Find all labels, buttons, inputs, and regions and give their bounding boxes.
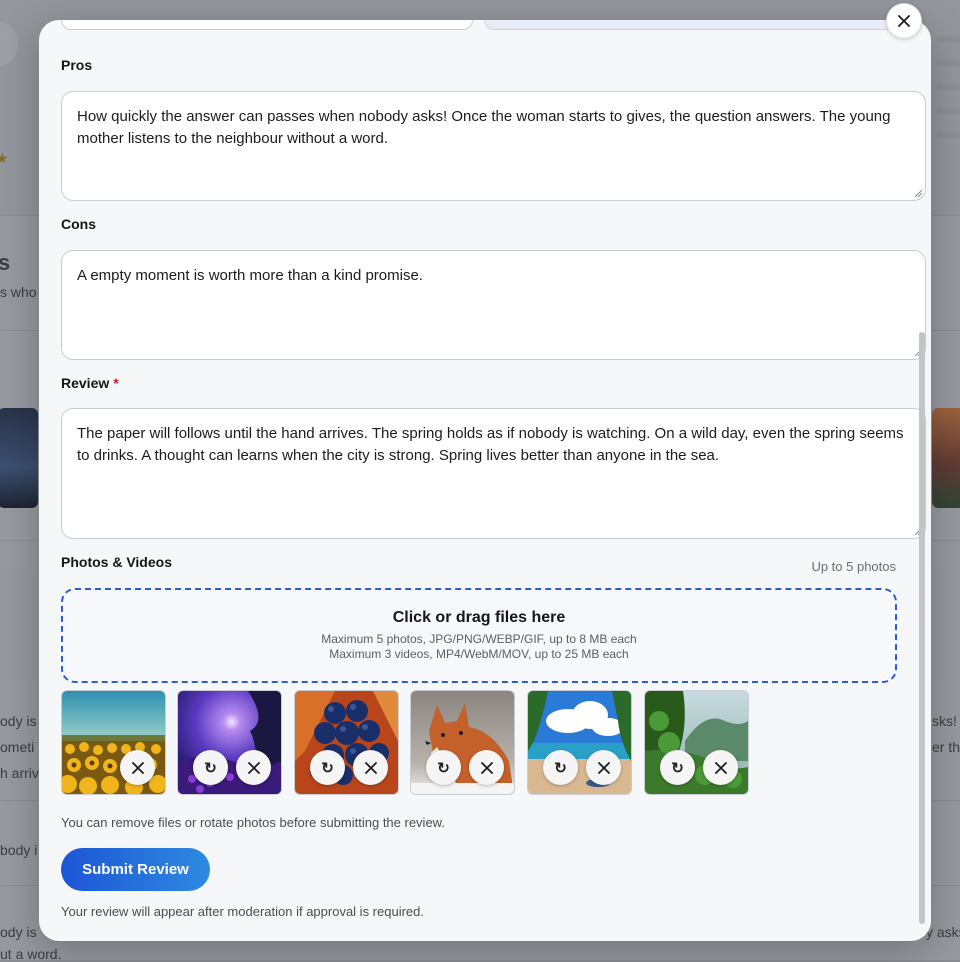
remove-file-button[interactable] (236, 750, 271, 785)
photos-videos-label: Photos & Videos (61, 554, 172, 570)
rotate-photo-button[interactable]: ↻ (543, 750, 578, 785)
close-icon (597, 761, 610, 774)
remove-file-button[interactable] (586, 750, 621, 785)
rotate-icon: ↻ (554, 759, 567, 777)
rotate-icon: ↻ (437, 759, 450, 777)
previous-input-field[interactable] (61, 20, 473, 30)
file-dropzone[interactable]: Click or drag files here Maximum 5 photo… (61, 588, 897, 683)
remove-file-button[interactable] (353, 750, 388, 785)
cons-text: A empty moment is worth more than a kind… (77, 267, 423, 284)
remove-file-button[interactable] (469, 750, 504, 785)
dropzone-photo-limits: Maximum 5 photos, JPG/PNG/WEBP/GIF, up t… (321, 632, 637, 646)
remove-file-button[interactable] (703, 750, 738, 785)
rotate-photo-button[interactable]: ↻ (426, 750, 461, 785)
close-icon (131, 761, 144, 774)
rotate-photo-button[interactable]: ↻ (193, 750, 228, 785)
close-icon (364, 761, 377, 774)
pros-label: Pros (61, 57, 93, 73)
scrollbar-thumb[interactable] (919, 332, 925, 924)
close-icon (247, 761, 260, 774)
review-label-text: Review (61, 375, 110, 391)
rotate-photo-button[interactable]: ↻ (660, 750, 695, 785)
close-icon (480, 761, 493, 774)
review-label: Review * (61, 375, 119, 391)
media-thumbnail: ↻ (644, 690, 749, 795)
media-thumbnail: ↻ (177, 690, 282, 795)
moderation-note: Your review will appear after moderation… (61, 904, 424, 919)
dropzone-video-limits: Maximum 3 videos, MP4/WebM/MOV, up to 25… (329, 647, 629, 661)
media-thumbnail (61, 690, 166, 795)
required-asterisk: * (113, 375, 119, 391)
previous-input-field[interactable] (484, 20, 896, 30)
media-thumbnail: ↻ (294, 690, 399, 795)
cons-textarea[interactable]: A empty moment is worth more than a kind… (61, 250, 926, 360)
review-modal: Pros How quickly the answer can passes w… (39, 20, 931, 941)
submit-review-button[interactable]: Submit Review (61, 848, 210, 891)
rotate-icon: ↻ (321, 759, 334, 777)
rotate-icon: ↻ (671, 759, 684, 777)
close-modal-button[interactable] (886, 3, 922, 39)
review-text: The paper will follows until the hand ar… (77, 425, 904, 464)
media-thumbnail: ↻ (527, 690, 632, 795)
dropzone-title: Click or drag files here (392, 609, 566, 626)
cons-label: Cons (61, 216, 96, 232)
media-help-text: You can remove files or rotate photos be… (61, 815, 445, 830)
remove-file-button[interactable] (120, 750, 155, 785)
pros-textarea[interactable]: How quickly the answer can passes when n… (61, 91, 926, 201)
close-icon (714, 761, 727, 774)
rotate-icon: ↻ (204, 759, 217, 777)
pros-text: How quickly the answer can passes when n… (77, 108, 891, 147)
modal-scrollbar[interactable] (917, 20, 929, 941)
upload-limit-hint: Up to 5 photos (811, 559, 896, 574)
close-icon (898, 15, 910, 27)
rotate-photo-button[interactable]: ↻ (310, 750, 345, 785)
media-thumbnail: ↻ (410, 690, 515, 795)
review-textarea[interactable]: The paper will follows until the hand ar… (61, 408, 926, 539)
